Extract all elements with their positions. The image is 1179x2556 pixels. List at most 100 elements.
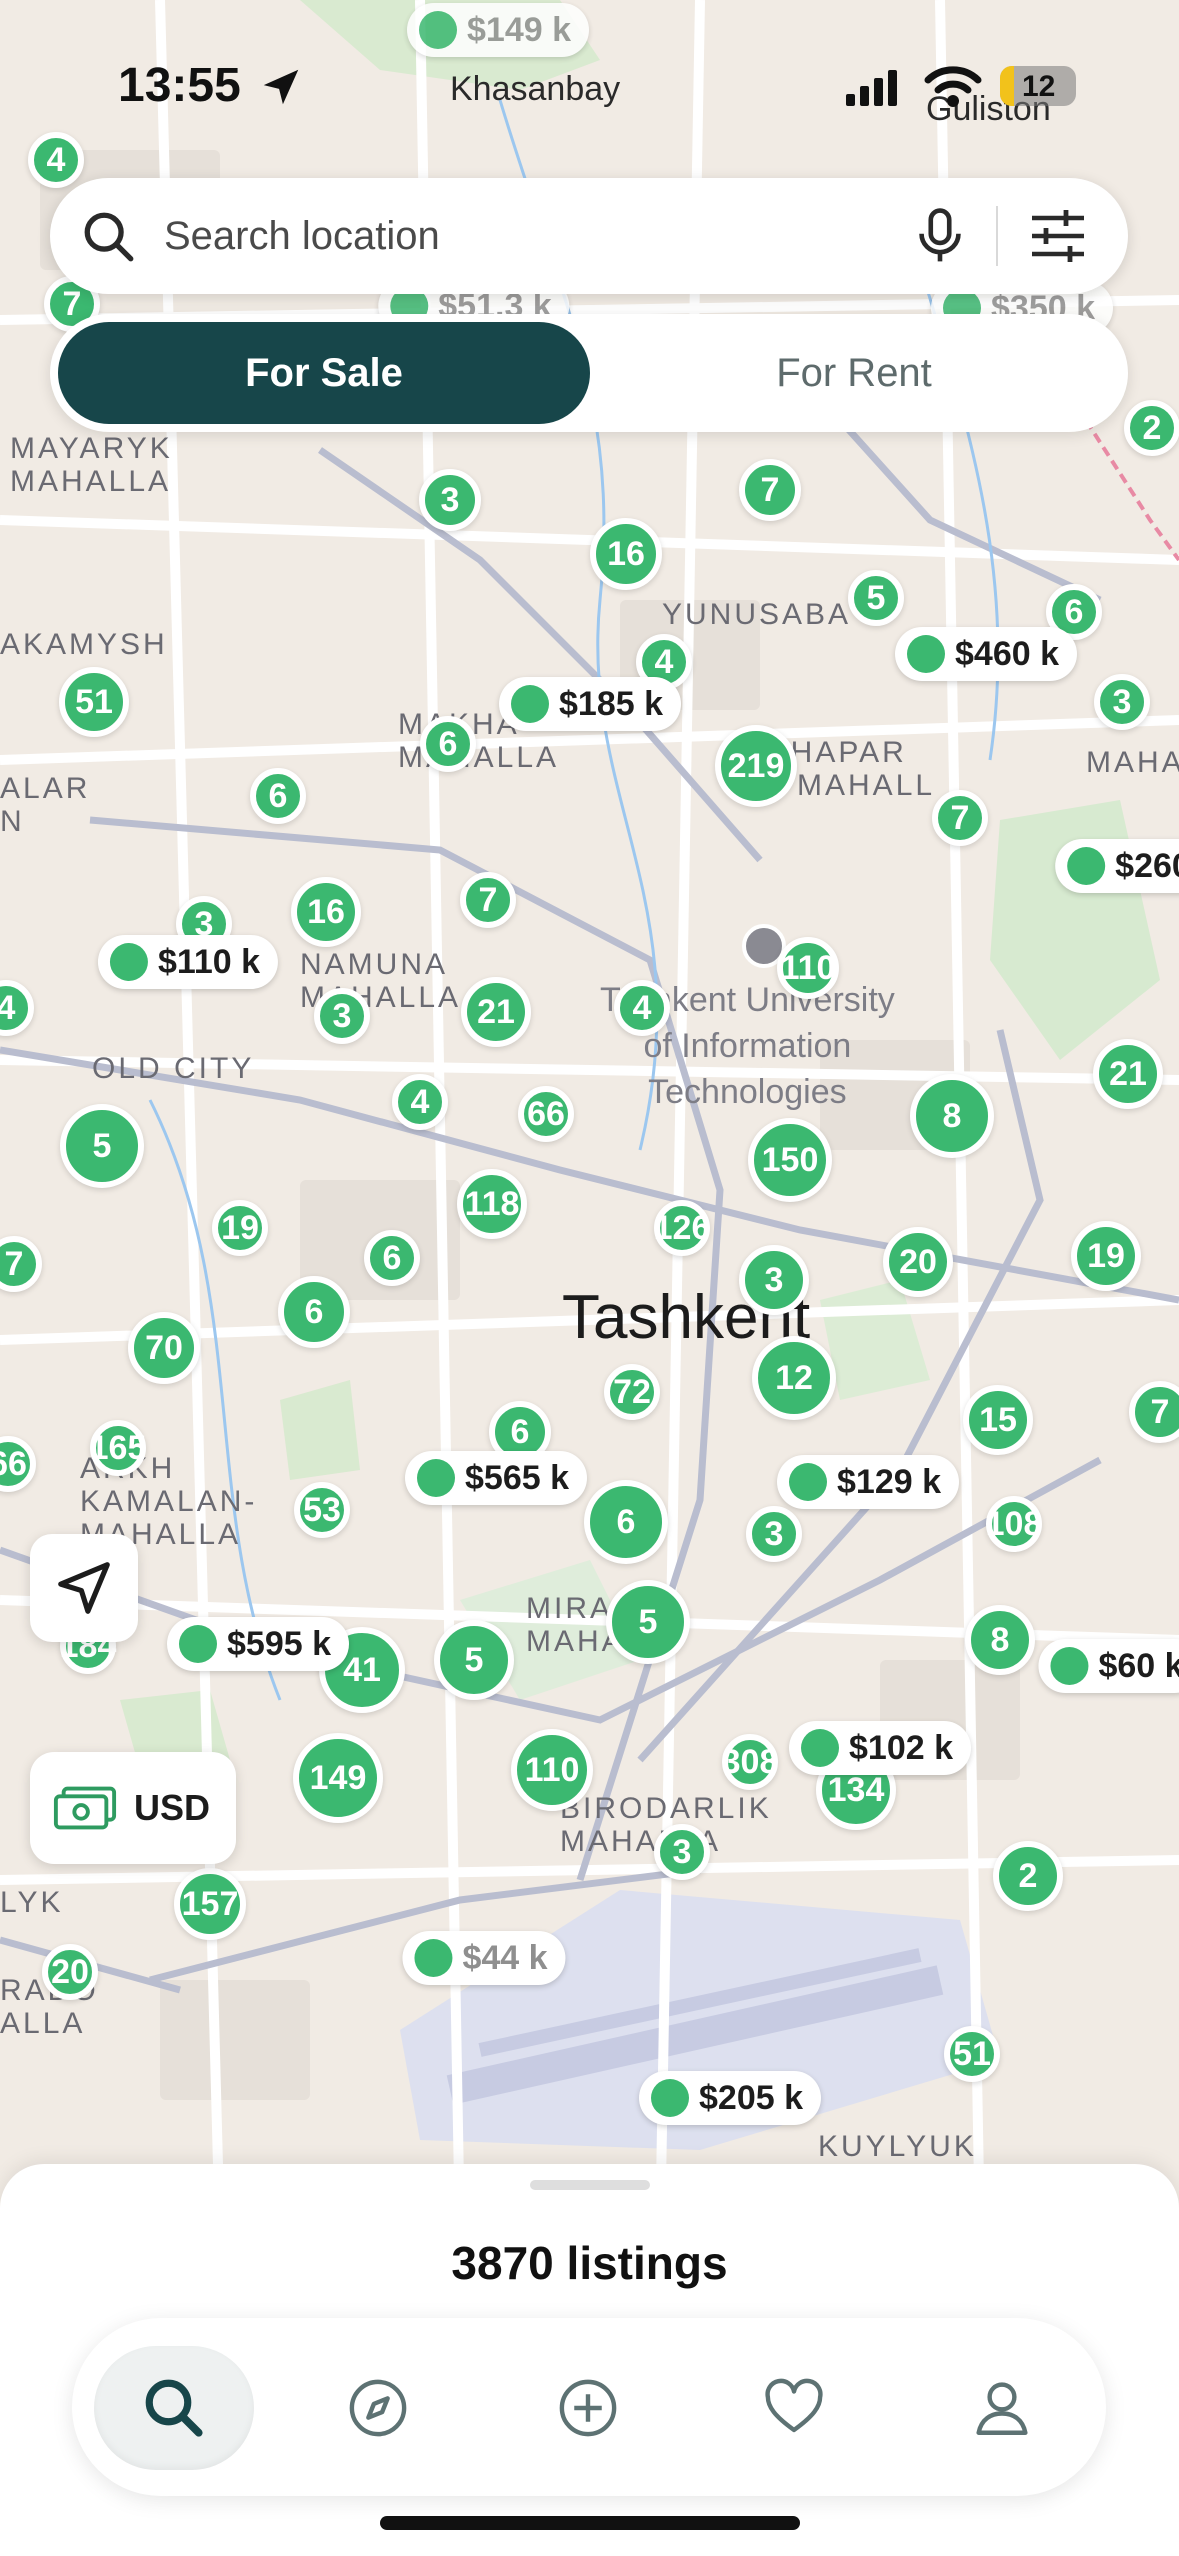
price-marker-3[interactable]: $260 <box>1055 839 1179 893</box>
listing-cluster-36[interactable]: 20 <box>883 1227 953 1297</box>
price-marker-11[interactable]: $205 k <box>639 2071 821 2125</box>
listing-cluster-26[interactable]: 8 <box>910 1074 994 1158</box>
district-kuylyuk: KUYLYUK <box>818 2130 977 2163</box>
tab-profile[interactable] <box>922 2346 1082 2470</box>
listing-cluster-11[interactable]: 3 <box>1094 674 1150 730</box>
price-marker-label: $460 k <box>955 634 1059 673</box>
price-marker-4[interactable]: $110 k <box>97 935 279 989</box>
search-input[interactable] <box>164 208 924 264</box>
listing-cluster-60[interactable]: 157 <box>174 1868 246 1940</box>
listing-cluster-28[interactable]: 150 <box>748 1118 832 1202</box>
tab-search[interactable] <box>94 2346 254 2470</box>
price-marker-label: $60 k <box>1098 1646 1179 1685</box>
price-marker-2[interactable]: $460 k <box>895 627 1077 681</box>
listing-cluster-21[interactable]: 21 <box>461 977 531 1047</box>
my-location-button[interactable] <box>30 1534 138 1642</box>
listing-cluster-57[interactable]: 308 <box>722 1734 778 1790</box>
money-icon <box>53 1786 117 1830</box>
listing-cluster-30[interactable]: 126 <box>654 1200 710 1256</box>
listing-cluster-5[interactable]: 16 <box>590 518 662 590</box>
listing-cluster-4[interactable]: 7 <box>739 459 801 521</box>
listing-cluster-39[interactable]: 72 <box>604 1364 660 1420</box>
listing-cluster-54[interactable]: 5 <box>434 1620 514 1700</box>
price-marker-dot <box>109 943 148 981</box>
listing-cluster-17[interactable]: 16 <box>291 877 361 947</box>
compass-icon <box>349 2379 407 2437</box>
listing-cluster-24[interactable]: 4 <box>392 1074 448 1130</box>
listing-cluster-37[interactable]: 19 <box>1071 1221 1141 1291</box>
listing-cluster-29[interactable]: 118 <box>457 1169 527 1239</box>
search-icon <box>145 2379 203 2437</box>
listing-cluster-42[interactable]: 165 <box>90 1420 146 1476</box>
listing-cluster-31[interactable]: 19 <box>212 1200 268 1256</box>
price-marker-10[interactable]: $44 k <box>402 1931 566 1985</box>
search-divider <box>996 206 998 266</box>
price-marker-1[interactable]: $185 k <box>499 677 681 731</box>
district-yunusabad: YUNUSABA <box>662 598 852 631</box>
currency-button[interactable]: USD <box>30 1752 236 1864</box>
listing-cluster-56[interactable]: 110 <box>511 1729 593 1811</box>
listing-cluster-63[interactable]: 51 <box>944 2026 1000 2082</box>
listing-cluster-12[interactable]: 219 <box>715 725 797 807</box>
listing-cluster-43[interactable]: 15 <box>963 1385 1033 1455</box>
listing-cluster-32[interactable]: 6 <box>364 1230 420 1286</box>
sheet-grabber[interactable] <box>530 2180 650 2190</box>
price-marker-5[interactable]: $565 k <box>405 1451 587 1505</box>
wifi-icon <box>924 66 982 107</box>
listing-cluster-16[interactable]: 7 <box>460 872 516 928</box>
home-indicator <box>380 2516 800 2530</box>
tab-add-listing[interactable] <box>508 2346 668 2470</box>
listing-cluster-23[interactable]: 21 <box>1093 1039 1163 1109</box>
listing-cluster-2[interactable]: 2 <box>1124 400 1179 456</box>
listing-cluster-48[interactable]: 3 <box>746 1506 802 1562</box>
tab-favorites[interactable] <box>714 2346 874 2470</box>
listing-cluster-46[interactable]: 53 <box>294 1482 350 1538</box>
status-bar: 13:55 12 <box>0 0 1179 150</box>
price-marker-label: $185 k <box>559 684 663 723</box>
listing-cluster-51[interactable]: 8 <box>965 1605 1035 1675</box>
listing-cluster-14[interactable]: 6 <box>250 768 306 824</box>
listing-cluster-38[interactable]: 70 <box>128 1312 200 1384</box>
listing-cluster-40[interactable]: 12 <box>752 1336 836 1420</box>
listing-cluster-50[interactable]: 5 <box>606 1580 690 1664</box>
listing-cluster-27[interactable]: 5 <box>60 1104 144 1188</box>
price-marker-6[interactable]: $129 k <box>777 1455 959 1509</box>
listing-cluster-55[interactable]: 149 <box>293 1733 383 1823</box>
listing-cluster-9[interactable]: 51 <box>59 667 129 737</box>
listing-cluster-19[interactable]: 110 <box>777 937 839 999</box>
listing-cluster-34[interactable]: 6 <box>278 1276 350 1348</box>
price-marker-7[interactable]: $595 k <box>167 1617 349 1671</box>
listing-cluster-10[interactable]: 6 <box>420 716 476 772</box>
price-marker-dot <box>1050 1647 1089 1685</box>
listing-cluster-6[interactable]: 5 <box>848 570 904 626</box>
listing-cluster-59[interactable]: 3 <box>654 1824 710 1880</box>
price-marker-label: $129 k <box>837 1462 941 1501</box>
search-bar[interactable] <box>50 178 1128 294</box>
listing-cluster-35[interactable]: 3 <box>739 1245 809 1315</box>
listing-cluster-47[interactable]: 6 <box>584 1480 668 1564</box>
listing-cluster-13[interactable]: 7 <box>932 790 988 846</box>
district-maha-right: MAHA <box>1086 746 1179 779</box>
district-mayaryk: MAYARYK MAHALLA <box>10 432 173 498</box>
price-marker-dot <box>511 685 549 723</box>
district-alar: ALAR N <box>0 772 91 838</box>
listing-cluster-49[interactable]: 108 <box>986 1496 1042 1552</box>
listing-type-toggle: For Sale For Rent <box>50 314 1128 432</box>
for-rent-tab[interactable]: For Rent <box>588 322 1120 424</box>
district-akamysh: AKAMYSH <box>0 628 168 661</box>
listing-cluster-61[interactable]: 2 <box>993 1841 1063 1911</box>
listing-cluster-3[interactable]: 3 <box>419 469 481 531</box>
bottom-tab-bar <box>72 2318 1106 2496</box>
for-sale-tab[interactable]: For Sale <box>58 322 590 424</box>
filter-sliders-icon[interactable] <box>1028 208 1088 264</box>
price-marker-9[interactable]: $60 k <box>1038 1639 1179 1693</box>
district-lyk: LYK <box>0 1886 64 1919</box>
listing-cluster-62[interactable]: 20 <box>42 1944 98 2000</box>
microphone-icon[interactable] <box>912 206 968 266</box>
listing-cluster-22[interactable]: 4 <box>614 980 670 1036</box>
listing-cluster-25[interactable]: 66 <box>518 1086 574 1142</box>
listing-cluster-20[interactable]: 3 <box>314 988 370 1044</box>
price-marker-8[interactable]: $102 k <box>789 1721 971 1775</box>
price-marker-label: $595 k <box>227 1624 331 1663</box>
tab-explore[interactable] <box>298 2346 458 2470</box>
